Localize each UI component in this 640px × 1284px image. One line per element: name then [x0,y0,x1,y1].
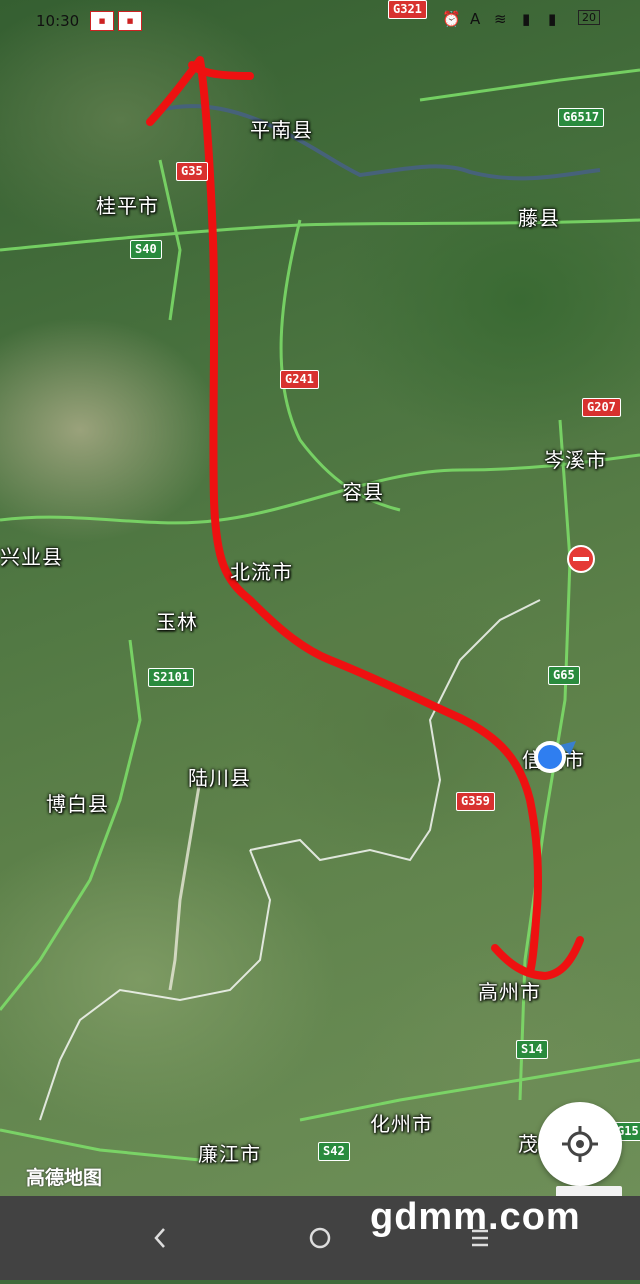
status-time: 10:30 [36,12,80,30]
road-shield-g359: G359 [456,792,495,811]
boundary-line [168,779,202,991]
place-label-beiliu: 北流市 [230,560,293,584]
watermark: gdmm.com [370,1196,581,1238]
place-label-cenxi: 岑溪市 [544,448,607,472]
place-label-maoming: 茂 [518,1132,539,1156]
road-shield-g6517: G6517 [558,108,605,127]
alarm-icon: ⏰ [442,10,461,28]
road-shield-s42: S42 [318,1142,350,1161]
place-label-tengxian: 藤县 [518,206,560,230]
place-label-bobai: 博白县 [46,792,109,816]
signal-icon: ▮ [548,10,557,28]
map-view[interactable]: 平南县 桂平市 藤县 岑溪市 容县 兴业县 北流市 玉林 陆川县 博白县 信宜市… [0,0,640,1196]
map-features [0,56,640,1162]
road-shield-g207: G207 [582,398,621,417]
wifi-icon: ≋ [494,10,507,28]
locate-button[interactable] [538,1102,622,1186]
place-label-guiping: 桂平市 [96,194,159,218]
place-label-luchuan: 陆川县 [188,766,251,790]
roads [0,68,640,1162]
app-notification-icon: ■ [118,11,142,31]
place-label-pingnan: 平南县 [250,118,313,142]
nav-home-button[interactable] [280,1196,360,1280]
signal-icon: ▮ [522,10,531,28]
crosshair-icon [562,1126,598,1162]
road-shield-s2101: S2101 [148,668,195,687]
place-label-huazhou: 化州市 [370,1112,433,1136]
boundary-line [39,849,272,1121]
road-shield-g65: G65 [548,666,580,685]
road-shield-g241: G241 [280,370,319,389]
place-label-gaozhou: 高州市 [478,980,541,1004]
road-shield-s40: S40 [130,240,162,259]
battery-icon: 20 [578,10,600,25]
river [159,104,601,181]
place-label-rongxian: 容县 [342,480,384,504]
place-label-yulin: 玉林 [156,610,198,634]
status-bar: 10:30 ■ ■ ⏰ A ≋ ▮ ▮ 20 [0,0,640,40]
current-location-marker [534,741,576,773]
hand-drawn-route [146,56,584,980]
home-circle-icon [309,1227,331,1249]
app-notification-icon: ■ [90,11,114,31]
road-shield-g35: G35 [176,162,208,181]
place-label-lianjiang: 廉江市 [198,1142,261,1166]
nav-back-button[interactable] [120,1196,200,1280]
map-logo: 高德地图 [26,1167,103,1189]
back-chevron-icon [154,1228,165,1248]
place-label-xingye: 兴业县 [0,545,63,569]
road-shield-s14: S14 [516,1040,548,1059]
location-status-icon: A [470,10,481,28]
no-entry-icon [567,545,595,573]
